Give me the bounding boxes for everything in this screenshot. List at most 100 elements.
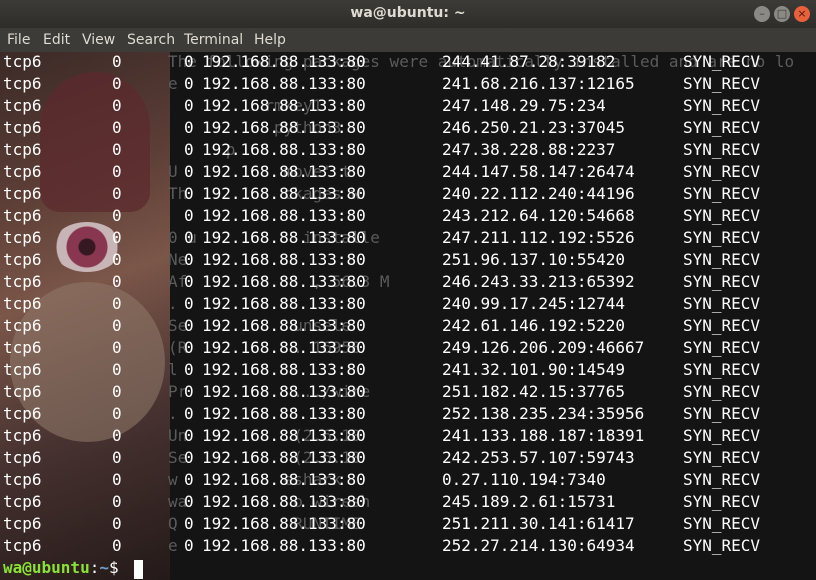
prompt-path: ~ <box>99 558 109 577</box>
cell-state: SYN_RECV <box>683 426 761 445</box>
cell-state: SYN_RECV <box>683 74 761 93</box>
cell-state: SYN_RECV <box>683 96 761 115</box>
cell-foreign: 247.148.29.75:234 <box>442 96 606 115</box>
cell-state: SYN_RECV <box>683 536 761 555</box>
cell-foreign: 243.212.64.120:54668 <box>442 206 635 225</box>
cell-local: 192.168.88.133:80 <box>202 514 366 533</box>
cell-foreign: 249.126.206.209:46667 <box>442 338 645 357</box>
cell-recvq: 0 <box>112 492 122 511</box>
cell-proto: tcp6 <box>3 492 42 511</box>
cell-sendq: 0 <box>184 536 194 555</box>
prompt-user-host: wa@ubuntu <box>3 558 90 577</box>
table-row: tcp6 0 0 192.168.88.133:80 242.253.57.107:59… <box>0 448 816 470</box>
cell-foreign: 242.61.146.192:5220 <box>442 316 626 335</box>
title-bar[interactable]: wa@ubuntu: ~ – □ × <box>0 0 816 28</box>
cell-state: SYN_RECV <box>683 294 761 313</box>
cell-recvq: 0 <box>112 272 122 291</box>
cell-sendq: 0 <box>184 470 194 489</box>
cell-state: SYN_RECV <box>683 360 761 379</box>
cell-proto: tcp6 <box>3 228 42 247</box>
cell-proto: tcp6 <box>3 536 42 555</box>
cell-state: SYN_RECV <box>683 338 761 357</box>
close-icon[interactable]: × <box>794 6 810 22</box>
table-row: tcp6 0 0 192.168.88.133:80 241.68.216.137:12… <box>0 74 816 96</box>
cell-local: 192.168.88.133:80 <box>202 536 366 555</box>
cell-local: 192.168.88.133:80 <box>202 426 366 445</box>
table-row: tcp6 0 0 192.168.88.133:80 240.22.112.240:44… <box>0 184 816 206</box>
cell-sendq: 0 <box>184 316 194 335</box>
maximize-icon[interactable]: □ <box>774 6 790 22</box>
cell-foreign: 251.211.30.141:61417 <box>442 514 635 533</box>
table-row: tcp6 0 0 192.168.88.133:80 251.211.30.141:61… <box>0 514 816 536</box>
cell-proto: tcp6 <box>3 316 42 335</box>
cell-proto: tcp6 <box>3 470 42 489</box>
cell-foreign: 241.68.216.137:12165 <box>442 74 635 93</box>
terminal-output[interactable]: The following packages were automaticall… <box>0 52 816 580</box>
table-row: tcp6 0 0 192.168.88.133:80 242.61.146.192:52… <box>0 316 816 338</box>
cell-recvq: 0 <box>112 514 122 533</box>
cell-foreign: 252.27.214.130:64934 <box>442 536 635 555</box>
menu-file[interactable]: File <box>7 32 30 48</box>
cell-local: 192.168.88.133:80 <box>202 52 366 71</box>
cell-proto: tcp6 <box>3 360 42 379</box>
cell-local: 192.168.88.133:80 <box>202 118 366 137</box>
cell-state: SYN_RECV <box>683 140 761 159</box>
cell-state: SYN_RECV <box>683 228 761 247</box>
text-cursor <box>134 560 143 579</box>
cell-sendq: 0 <box>184 96 194 115</box>
menu-help[interactable]: Help <box>254 32 286 48</box>
cell-state: SYN_RECV <box>683 404 761 423</box>
cell-foreign: 241.133.188.187:18391 <box>442 426 645 445</box>
menu-bar: File Edit View Search Terminal Help <box>0 28 816 52</box>
cell-state: SYN_RECV <box>683 272 761 291</box>
menu-terminal[interactable]: Terminal <box>184 32 243 48</box>
cell-proto: tcp6 <box>3 162 42 181</box>
minimize-icon[interactable]: – <box>754 6 770 22</box>
menu-view[interactable]: View <box>82 32 115 48</box>
cell-local: 192.168.88.133:80 <box>202 250 366 269</box>
cell-state: SYN_RECV <box>683 206 761 225</box>
cell-sendq: 0 <box>184 228 194 247</box>
cell-sendq: 0 <box>184 360 194 379</box>
cell-proto: tcp6 <box>3 294 42 313</box>
cell-recvq: 0 <box>112 360 122 379</box>
cell-proto: tcp6 <box>3 272 42 291</box>
menu-search[interactable]: Search <box>127 32 175 48</box>
cell-recvq: 0 <box>112 426 122 445</box>
cell-recvq: 0 <box>112 206 122 225</box>
cell-sendq: 0 <box>184 52 194 71</box>
cell-proto: tcp6 <box>3 338 42 357</box>
cell-foreign: 247.38.228.88:2237 <box>442 140 616 159</box>
cell-local: 192.168.88.133:80 <box>202 228 366 247</box>
cell-state: SYN_RECV <box>683 492 761 511</box>
cell-local: 192.168.88.133:80 <box>202 206 366 225</box>
cell-state: SYN_RECV <box>683 162 761 181</box>
cell-foreign: 242.253.57.107:59743 <box>442 448 635 467</box>
cell-recvq: 0 <box>112 382 122 401</box>
table-row: tcp6 0 0 192.168.88.133:80 247.38.228.88:223… <box>0 140 816 162</box>
cell-proto: tcp6 <box>3 118 42 137</box>
cell-recvq: 0 <box>112 338 122 357</box>
table-row: tcp6 0 0 192.168.88.133:80 252.138.235.234:3… <box>0 404 816 426</box>
table-row: tcp6 0 0 192.168.88.133:80 241.133.188.187:1… <box>0 426 816 448</box>
cell-foreign: 252.138.235.234:35956 <box>442 404 645 423</box>
cell-recvq: 0 <box>112 96 122 115</box>
cell-recvq: 0 <box>112 52 122 71</box>
cell-state: SYN_RECV <box>683 382 761 401</box>
cell-sendq: 0 <box>184 294 194 313</box>
cell-recvq: 0 <box>112 74 122 93</box>
cell-local: 192.168.88.133:80 <box>202 404 366 423</box>
cell-recvq: 0 <box>112 162 122 181</box>
cell-local: 192.168.88.133:80 <box>202 184 366 203</box>
cell-state: SYN_RECV <box>683 448 761 467</box>
cell-foreign: 244.147.58.147:26474 <box>442 162 635 181</box>
menu-edit[interactable]: Edit <box>43 32 70 48</box>
cell-recvq: 0 <box>112 316 122 335</box>
table-row: tcp6 0 0 192.168.88.133:80 251.96.137.10:554… <box>0 250 816 272</box>
cell-local: 192.168.88.133:80 <box>202 294 366 313</box>
cell-sendq: 0 <box>184 140 194 159</box>
cell-recvq: 0 <box>112 140 122 159</box>
cell-local: 192.168.88.133:80 <box>202 382 366 401</box>
cell-recvq: 0 <box>112 228 122 247</box>
table-row: tcp6 0 0 192.168.88.133:80 243.212.64.120:54… <box>0 206 816 228</box>
